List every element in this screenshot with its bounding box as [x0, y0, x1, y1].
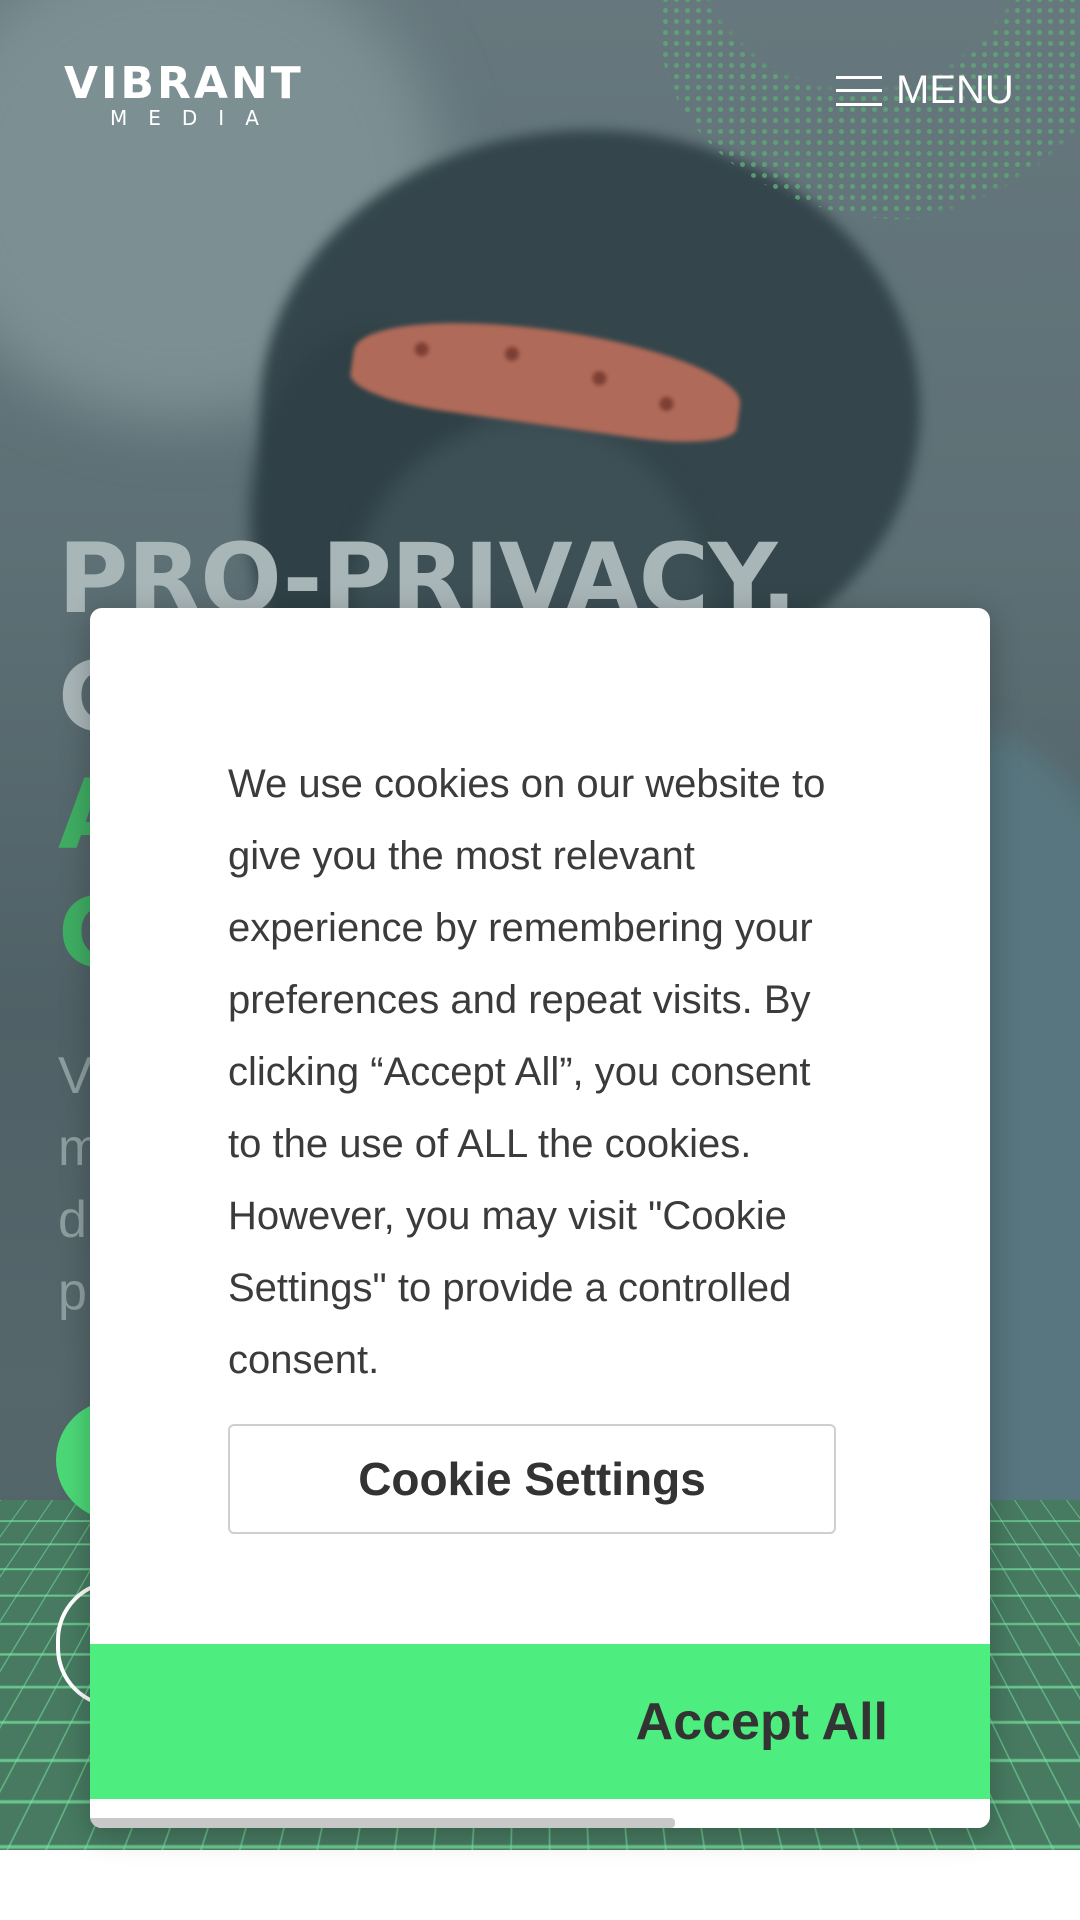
cookie-settings-button[interactable]: Cookie Settings	[228, 1424, 836, 1534]
cookie-message: We use cookies on our website to give yo…	[228, 762, 826, 1382]
vibrant-media-logo[interactable]: VIBRANT MEDIA	[64, 58, 304, 131]
logo-wordmark: VIBRANT	[64, 58, 304, 109]
menu-button[interactable]: MENU	[836, 68, 1014, 113]
cookie-consent-dialog: We use cookies on our website to give yo…	[90, 608, 990, 1828]
accept-all-button[interactable]: Accept All	[90, 1644, 990, 1799]
logo-subtext: MEDIA	[110, 106, 280, 130]
scrollbar-thumb[interactable]	[90, 1818, 675, 1828]
menu-label: MENU	[896, 68, 1014, 112]
hamburger-icon	[836, 75, 882, 106]
horizontal-scrollbar[interactable]	[90, 1818, 990, 1828]
